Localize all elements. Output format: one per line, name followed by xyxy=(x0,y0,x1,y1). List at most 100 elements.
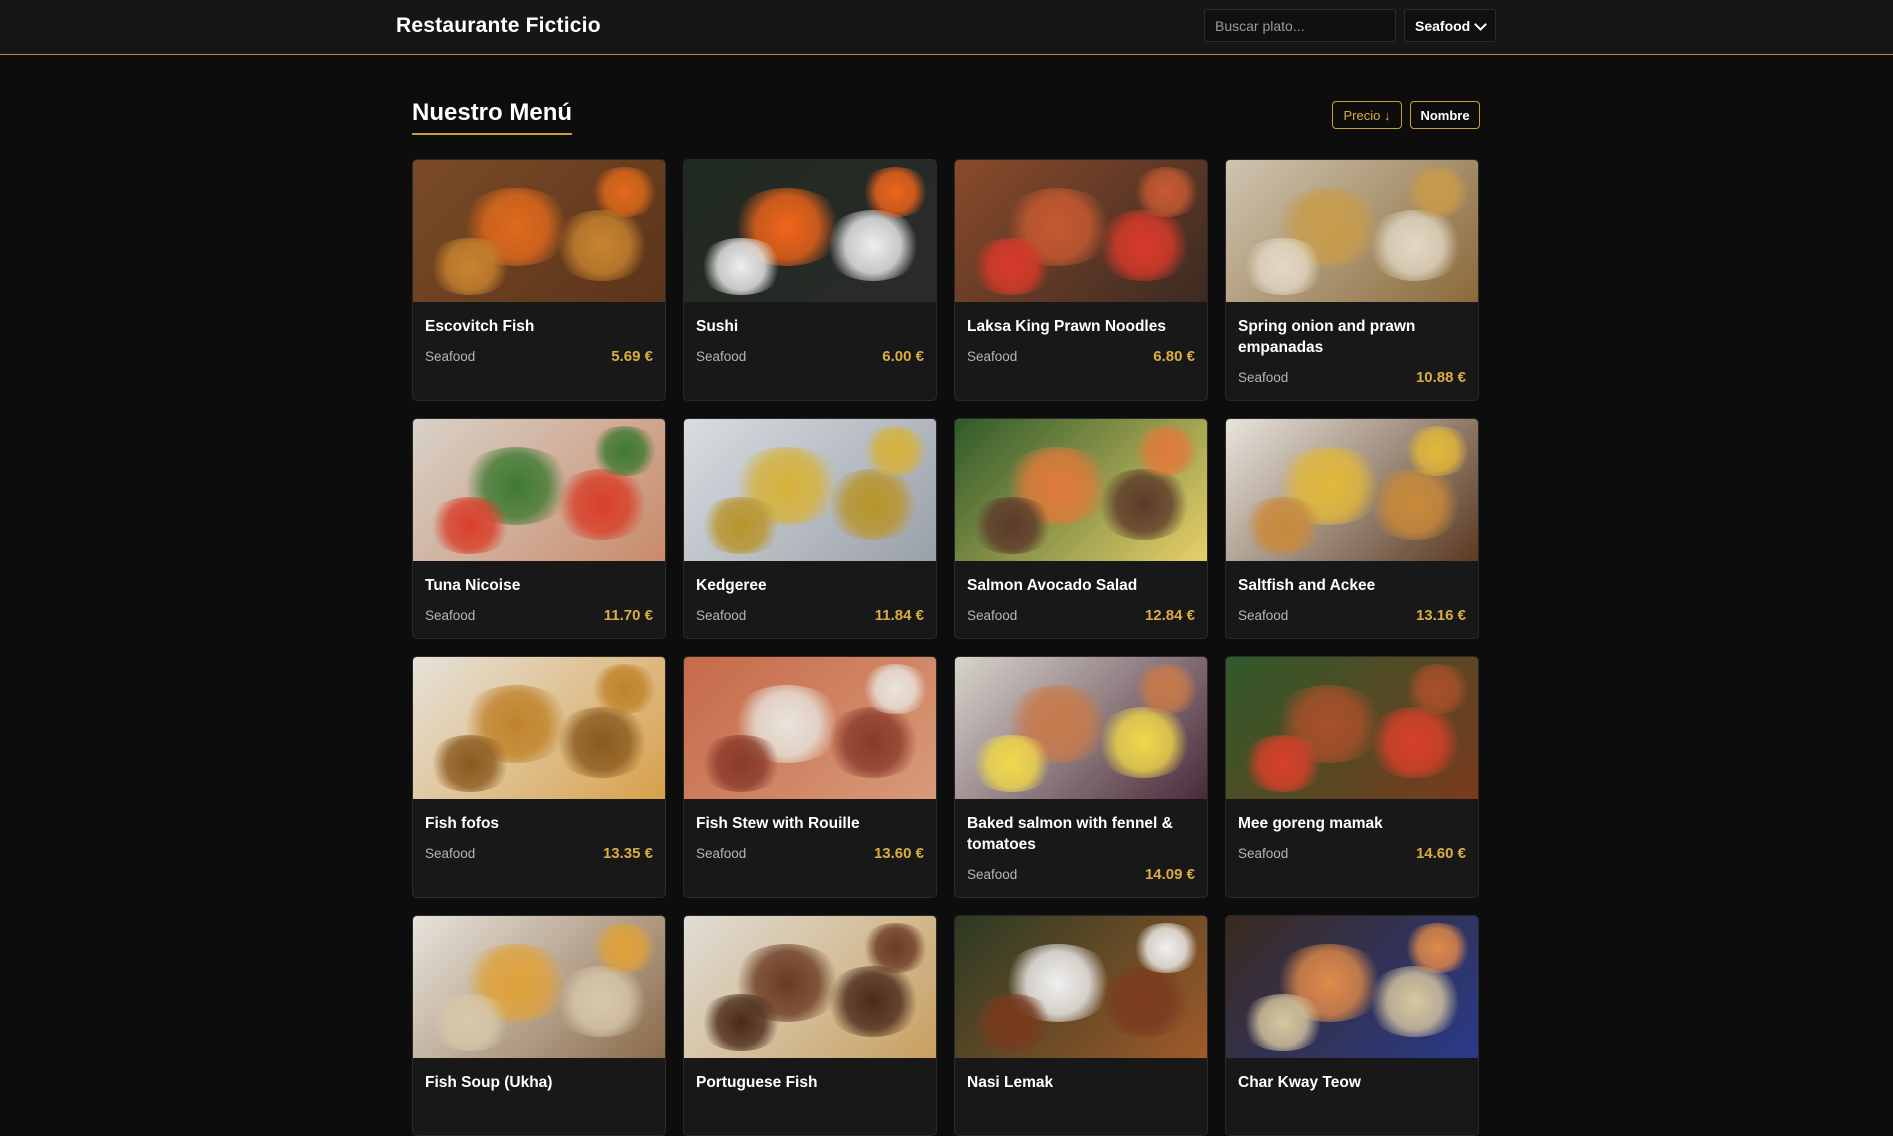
dish-image xyxy=(1226,916,1478,1058)
search-input[interactable] xyxy=(1204,9,1396,42)
dish-meta: Seafood 12.84 € xyxy=(967,604,1195,626)
dish-card[interactable]: Escovitch Fish Seafood 5.69 € xyxy=(412,159,666,401)
dish-card-body: Portuguese Fish xyxy=(684,1058,936,1135)
dish-card[interactable]: Fish Soup (Ukha) xyxy=(412,915,666,1136)
dish-card-body: Escovitch Fish Seafood 5.69 € xyxy=(413,302,665,379)
dish-name: Spring onion and prawn empanadas xyxy=(1238,318,1416,356)
dish-name: Nasi Lemak xyxy=(967,1074,1054,1091)
dish-category: Seafood xyxy=(1238,845,1289,861)
dish-category: Seafood xyxy=(1238,369,1289,385)
dish-name: Mee goreng mamak xyxy=(1238,815,1383,832)
dish-name: Char Kway Teow xyxy=(1238,1074,1361,1091)
dish-card[interactable]: Nasi Lemak xyxy=(954,915,1208,1136)
dish-meta: Seafood 11.70 € xyxy=(425,604,653,626)
dish-card-body: Fish Soup (Ukha) xyxy=(413,1058,665,1135)
dish-grid: Escovitch Fish Seafood 5.69 € Sushi Seafood 6… xyxy=(412,159,1479,1136)
dish-meta: Seafood 11.84 € xyxy=(696,604,924,626)
dish-price: 6.80 € xyxy=(1153,347,1195,365)
dish-meta: Seafood 13.16 € xyxy=(1238,604,1466,626)
dish-image xyxy=(1226,657,1478,799)
dish-card-body: Laksa King Prawn Noodles Seafood 6.80 € xyxy=(955,302,1207,379)
dish-image xyxy=(955,916,1207,1058)
dish-price: 11.84 € xyxy=(874,606,924,624)
dish-card[interactable]: Fish Stew with Rouille Seafood 13.60 € xyxy=(683,656,937,898)
dish-name: Escovitch Fish xyxy=(425,318,535,335)
brand-title[interactable]: Restaurante Ficticio xyxy=(396,14,601,38)
dish-card[interactable]: Mee goreng mamak Seafood 14.60 € xyxy=(1225,656,1479,898)
dish-card[interactable]: Spring onion and prawn empanadas Seafood 1… xyxy=(1225,159,1479,401)
dish-category: Seafood xyxy=(967,866,1018,882)
category-select[interactable]: Seafood xyxy=(1404,9,1496,42)
dish-category: Seafood xyxy=(696,348,747,364)
dish-image xyxy=(955,419,1207,561)
dish-name: Laksa King Prawn Noodles xyxy=(967,318,1166,335)
dish-card[interactable]: Saltfish and Ackee Seafood 13.16 € xyxy=(1225,418,1479,639)
page-title: Nuestro Menú xyxy=(412,99,573,135)
dish-card-body: Baked salmon with fennel & tomatoes Seafo… xyxy=(955,799,1207,897)
dish-price: 10.88 € xyxy=(1415,368,1466,386)
dish-price: 12.84 € xyxy=(1144,606,1195,624)
dish-card-body: Saltfish and Ackee Seafood 13.16 € xyxy=(1226,561,1478,638)
dish-card[interactable]: Salmon Avocado Salad Seafood 12.84 € xyxy=(954,418,1208,639)
dish-meta: Seafood 14.60 € xyxy=(1238,842,1466,864)
dish-card[interactable]: Tuna Nicoise Seafood 11.70 € xyxy=(412,418,666,639)
dish-category: Seafood xyxy=(696,607,747,623)
dish-image xyxy=(413,160,665,302)
dish-price: 13.16 € xyxy=(1415,606,1466,624)
dish-price: 13.60 € xyxy=(873,844,924,862)
dish-price: 14.09 € xyxy=(1144,865,1195,883)
dish-card-body: Salmon Avocado Salad Seafood 12.84 € xyxy=(955,561,1207,638)
dish-image xyxy=(413,657,665,799)
dish-name: Fish fofos xyxy=(425,815,500,832)
dish-name: Sushi xyxy=(696,318,739,335)
sort-by-price-button[interactable]: Precio ↓ xyxy=(1332,101,1402,129)
dish-card[interactable]: Baked salmon with fennel & tomatoes Seafo… xyxy=(954,656,1208,898)
dish-category: Seafood xyxy=(425,348,476,364)
dish-card-body: Sushi Seafood 6.00 € xyxy=(684,302,936,379)
dish-price: 11.70 € xyxy=(603,606,653,624)
dish-meta xyxy=(967,1101,1195,1123)
dish-card[interactable]: Sushi Seafood 6.00 € xyxy=(683,159,937,401)
dish-price: 5.69 € xyxy=(611,347,653,365)
dish-card-body: Fish fofos Seafood 13.35 € xyxy=(413,799,665,876)
dish-card[interactable]: Portuguese Fish xyxy=(683,915,937,1136)
dish-meta: Seafood 6.80 € xyxy=(967,345,1195,367)
dish-image xyxy=(1226,160,1478,302)
dish-category: Seafood xyxy=(696,845,747,861)
dish-category: Seafood xyxy=(967,607,1018,623)
dish-name: Salmon Avocado Salad xyxy=(967,577,1138,594)
dish-card-body: Spring onion and prawn empanadas Seafood 1… xyxy=(1226,302,1478,400)
dish-card[interactable]: Char Kway Teow xyxy=(1225,915,1479,1136)
dish-image xyxy=(684,916,936,1058)
dish-meta xyxy=(425,1101,653,1123)
dish-name: Saltfish and Ackee xyxy=(1238,577,1376,594)
dish-name: Baked salmon with fennel & tomatoes xyxy=(967,815,1173,853)
dish-image xyxy=(684,160,936,302)
dish-category: Seafood xyxy=(1238,607,1289,623)
dish-card[interactable]: Laksa King Prawn Noodles Seafood 6.80 € xyxy=(954,159,1208,401)
dish-name: Tuna Nicoise xyxy=(425,577,521,594)
dish-image xyxy=(413,916,665,1058)
dish-price: 14.60 € xyxy=(1415,844,1466,862)
category-selected-value: Seafood xyxy=(1415,17,1471,34)
dish-meta xyxy=(696,1101,924,1123)
dish-category: Seafood xyxy=(967,348,1018,364)
dish-meta: Seafood 14.09 € xyxy=(967,863,1195,885)
dish-image xyxy=(1226,419,1478,561)
dish-card[interactable]: Fish fofos Seafood 13.35 € xyxy=(412,656,666,898)
dish-card-body: Nasi Lemak xyxy=(955,1058,1207,1135)
dish-meta xyxy=(1238,1101,1466,1123)
dish-card-body: Kedgeree Seafood 11.84 € xyxy=(684,561,936,638)
dish-meta: Seafood 13.35 € xyxy=(425,842,653,864)
dish-card-body: Mee goreng mamak Seafood 14.60 € xyxy=(1226,799,1478,876)
dish-meta: Seafood 10.88 € xyxy=(1238,366,1466,388)
dish-image xyxy=(684,419,936,561)
dish-meta: Seafood 5.69 € xyxy=(425,345,653,367)
dish-card[interactable]: Kedgeree Seafood 11.84 € xyxy=(683,418,937,639)
dish-card-body: Char Kway Teow xyxy=(1226,1058,1478,1135)
dish-name: Kedgeree xyxy=(696,577,767,594)
dish-name: Fish Soup (Ukha) xyxy=(425,1074,553,1091)
sort-by-name-button[interactable]: Nombre xyxy=(1410,101,1480,129)
top-navbar: Restaurante Ficticio Seafood xyxy=(0,0,1893,55)
dish-image xyxy=(413,419,665,561)
